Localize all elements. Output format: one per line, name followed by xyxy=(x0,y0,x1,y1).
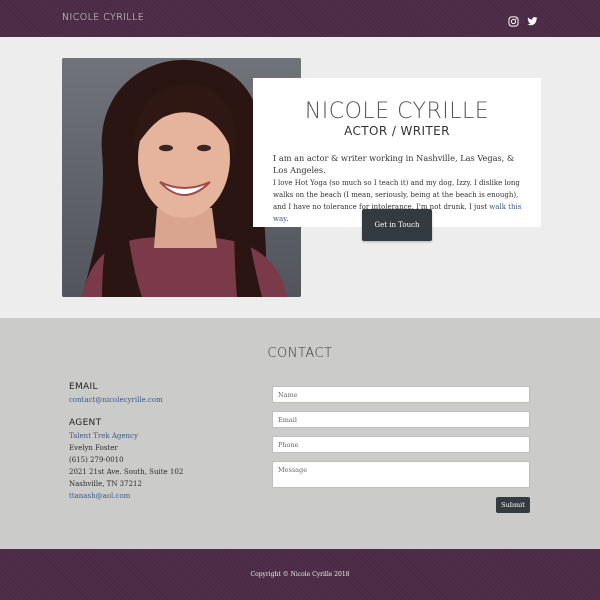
email-heading: EMAIL xyxy=(69,382,98,392)
hero-section: NICOLE CYRILLE ACTOR / WRITER I am an ac… xyxy=(0,37,600,318)
bio-lead: I am an actor & writer working in Nashvi… xyxy=(273,153,515,175)
agent-address-line2: Nashville, TN 37212 xyxy=(69,480,142,488)
social-links xyxy=(508,12,538,27)
phone-input[interactable] xyxy=(272,436,530,453)
agent-email-link[interactable]: ttanash@aol.com xyxy=(69,492,130,500)
agent-name: Evelyn Foster xyxy=(69,444,118,452)
agent-address-line1: 2021 21st Ave. South, Suite 102 xyxy=(69,468,184,476)
hero-role: ACTOR / WRITER xyxy=(344,124,450,138)
twitter-icon[interactable] xyxy=(527,12,538,26)
bio-body: I love Hot Yoga (so much so I teach it) … xyxy=(273,179,520,211)
submit-button[interactable]: Submit xyxy=(496,497,530,513)
email-link[interactable]: contact@nicolecyrille.com xyxy=(69,396,163,404)
contact-title: CONTACT xyxy=(267,346,333,361)
contact-form: Submit xyxy=(272,386,530,513)
agency-link[interactable]: Talent Trek Agency xyxy=(69,432,138,440)
site-brand[interactable]: NICOLE CYRILLE xyxy=(62,12,144,23)
contact-info: EMAIL contact@nicolecyrille.com AGENT Ta… xyxy=(69,382,239,502)
name-input[interactable] xyxy=(272,386,530,403)
instagram-icon[interactable] xyxy=(508,12,519,27)
agent-heading: AGENT xyxy=(69,418,102,428)
agent-block: AGENT Talent Trek Agency Evelyn Foster (… xyxy=(69,418,239,502)
copyright-text: Copyright © Nicole Cyrille 2018 xyxy=(250,571,350,578)
email-input[interactable] xyxy=(272,411,530,428)
get-in-touch-button[interactable]: Get in Touch xyxy=(362,209,432,241)
message-textarea[interactable] xyxy=(272,461,530,488)
agent-phone: (615) 279-0010 xyxy=(69,456,124,464)
top-nav-bar: NICOLE CYRILLE xyxy=(0,0,600,37)
bio-end: . xyxy=(286,215,289,223)
contact-section: CONTACT EMAIL contact@nicolecyrille.com … xyxy=(0,318,600,549)
footer: Copyright © Nicole Cyrille 2018 xyxy=(0,549,600,600)
hero-name: NICOLE CYRILLE xyxy=(304,99,490,124)
intro-card: NICOLE CYRILLE ACTOR / WRITER I am an ac… xyxy=(253,78,541,227)
